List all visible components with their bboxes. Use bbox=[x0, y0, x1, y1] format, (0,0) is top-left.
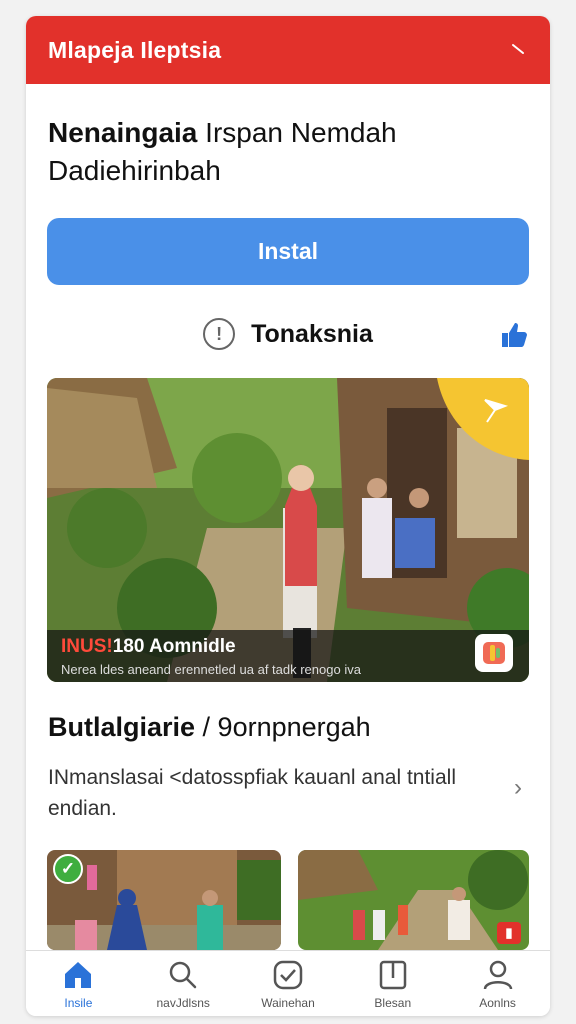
village-road-image bbox=[298, 850, 529, 950]
status-row: ! Tonaksnia bbox=[26, 314, 550, 354]
nav-item-book[interactable]: Blesan bbox=[343, 958, 443, 1010]
book-icon bbox=[379, 960, 407, 989]
nav-label-home: Insile bbox=[64, 995, 93, 1010]
share-corner-icon[interactable] bbox=[437, 378, 529, 460]
status-label: Tonaksnia bbox=[251, 319, 373, 348]
hero-image-card[interactable]: INUS!180 Aomnidle Nerea ldes aneand eren… bbox=[47, 378, 529, 682]
thumbnail-2[interactable]: ▮ bbox=[298, 850, 529, 950]
menu-icon[interactable] bbox=[506, 38, 530, 62]
hero-caption: INUS!180 Aomnidle Nerea ldes aneand eren… bbox=[47, 630, 529, 682]
section-title: Butlalgiarie / 9ornpnergah bbox=[48, 712, 371, 743]
nav-label-book: Blesan bbox=[374, 995, 412, 1010]
search-icon bbox=[169, 961, 197, 988]
app-header: Mlapeja Ileptsia bbox=[26, 16, 550, 84]
hero-caption-title-red: INUS! bbox=[61, 636, 113, 657]
hero-caption-title-white: 180 Aomnidle bbox=[112, 636, 236, 657]
section-title-rest: / 9ornpnergah bbox=[195, 712, 371, 742]
chevron-right-icon[interactable]: › bbox=[514, 774, 522, 802]
video-badge-icon: ▮ bbox=[497, 922, 521, 944]
page-headline: Nenaingaia Irspan Nemdah Dadiehirinbah bbox=[48, 114, 528, 190]
alert-icon: ! bbox=[203, 318, 236, 350]
app-card: Mlapeja Ileptsia Nenaingaia Irspan Nemda… bbox=[26, 16, 550, 1016]
hero-caption-title: INUS!180 Aomnidle bbox=[61, 636, 515, 658]
nav-label-check: Wainehan bbox=[261, 995, 315, 1010]
bottom-nav: Insile navJdlsns Wainehan Blesan Aonlns bbox=[26, 950, 550, 1016]
nav-item-check[interactable]: Wainehan bbox=[238, 958, 338, 1010]
check-icon bbox=[273, 960, 303, 989]
nav-item-profile[interactable]: Aonlns bbox=[448, 958, 548, 1010]
thumbnail-row: ✓ ▮ bbox=[47, 850, 529, 950]
profile-icon bbox=[483, 960, 512, 989]
thumbnail-1[interactable]: ✓ bbox=[47, 850, 281, 950]
app-title: Mlapeja Ileptsia bbox=[48, 36, 222, 63]
thumbs-up-icon[interactable] bbox=[498, 319, 530, 351]
nav-label-search: navJdlsns bbox=[156, 995, 210, 1010]
hero-caption-subtitle: Nerea ldes aneand erennetled ua af tadk … bbox=[61, 662, 361, 677]
nav-label-profile: Aonlns bbox=[479, 995, 516, 1010]
headline-bold: Nenaingaia bbox=[48, 117, 198, 148]
section-description: INmanslasai <datosspfiak kauanl anal tnt… bbox=[48, 766, 456, 820]
check-badge-icon: ✓ bbox=[53, 854, 83, 884]
nav-item-home[interactable]: Insile bbox=[28, 958, 128, 1010]
section-title-bold: Butlalgiarie bbox=[48, 712, 196, 742]
install-button[interactable]: Instal bbox=[47, 218, 529, 285]
home-icon bbox=[65, 961, 92, 988]
nav-item-search[interactable]: navJdlsns bbox=[133, 958, 233, 1010]
app-badge-icon[interactable] bbox=[475, 634, 513, 672]
